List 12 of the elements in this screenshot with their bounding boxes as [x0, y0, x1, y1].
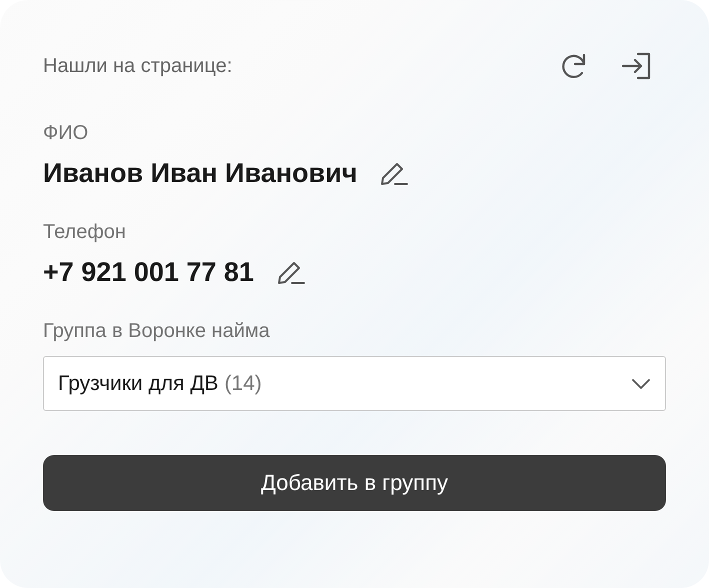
group-count: (14)	[224, 372, 262, 396]
phone-number: +7 921 001 77 81	[43, 257, 254, 288]
selected-group: Грузчики для ДВ	[58, 372, 218, 396]
chevron-down-icon	[631, 378, 651, 390]
add-to-group-button[interactable]: Добавить в группу	[43, 455, 666, 511]
login-icon[interactable]	[621, 51, 653, 81]
field-label: Телефон	[43, 220, 127, 245]
full-name: Иванов Иван Иванович	[43, 158, 358, 189]
group-dropdown[interactable]: Грузчики для ДВ (14)	[43, 356, 666, 411]
section-title: Нашли на странице:	[43, 54, 232, 78]
field-label: ФИО	[43, 121, 90, 146]
field-label: Группа в Воронке найма	[43, 319, 271, 344]
